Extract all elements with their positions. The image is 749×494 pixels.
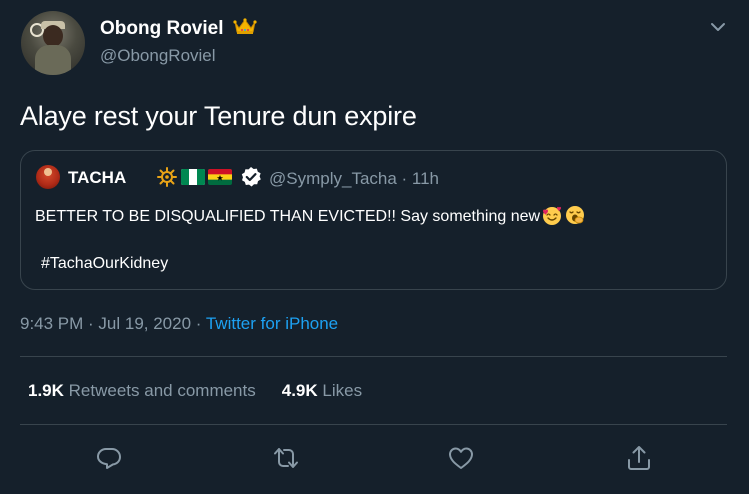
tweet-card: Obong Roviel @ObongRoviel Alaye rest you… (0, 0, 749, 494)
nigeria-flag-icon (181, 169, 205, 190)
avatar[interactable] (21, 11, 85, 75)
retweet-icon[interactable] (272, 444, 300, 472)
timestamp[interactable]: 9:43 PM · Jul 19, 2020 · (20, 314, 206, 333)
quoted-handle-time[interactable]: @Symply_Tacha · 11h (269, 169, 439, 189)
likes-stat[interactable]: 4.9K Likes (282, 381, 362, 400)
author-name-row[interactable]: Obong Roviel (100, 17, 257, 41)
quoted-tweet[interactable]: TACHA @Symply_Tacha · 11h BETTER TO BE D… (20, 150, 727, 290)
yawning-face-icon (564, 204, 586, 231)
quoted-display-name[interactable]: TACHA (68, 168, 126, 188)
quoted-text-row: BETTER TO BE DISQUALIFIED THAN EVICTED!!… (35, 204, 586, 231)
reply-icon[interactable] (95, 444, 123, 472)
retweets-label: Retweets and comments (68, 381, 256, 400)
crown-emoji-icon (233, 17, 257, 41)
source-link[interactable]: Twitter for iPhone (206, 314, 338, 333)
verified-badge-icon (240, 166, 262, 193)
chevron-down-icon[interactable] (707, 16, 729, 38)
retweets-stat[interactable]: 1.9K Retweets and comments (28, 381, 256, 400)
likes-label: Likes (322, 381, 363, 400)
quoted-name-emojis (156, 167, 232, 192)
quoted-avatar[interactable] (36, 165, 60, 189)
quoted-hashtag[interactable]: #TachaOurKidney (41, 255, 168, 273)
smiling-face-with-hearts-icon (541, 204, 563, 231)
ship-wheel-icon (156, 167, 178, 192)
author-handle[interactable]: @ObongRoviel (100, 46, 216, 66)
divider (20, 424, 727, 425)
retweets-count: 1.9K (28, 381, 64, 400)
like-icon[interactable] (447, 444, 475, 472)
likes-count: 4.9K (281, 381, 318, 400)
author-display-name[interactable]: Obong Roviel (100, 18, 224, 39)
tweet-stats: 1.9K Retweets and comments 4.9K Likes (28, 381, 362, 401)
tweet-text: Alaye rest your Tenure dun expire (20, 101, 417, 131)
tweet-meta: 9:43 PM · Jul 19, 2020 · Twitter for iPh… (20, 314, 338, 334)
share-icon[interactable] (625, 444, 653, 472)
ghana-flag-icon (208, 169, 232, 190)
quoted-text: BETTER TO BE DISQUALIFIED THAN EVICTED!!… (35, 208, 541, 225)
divider (20, 356, 727, 357)
